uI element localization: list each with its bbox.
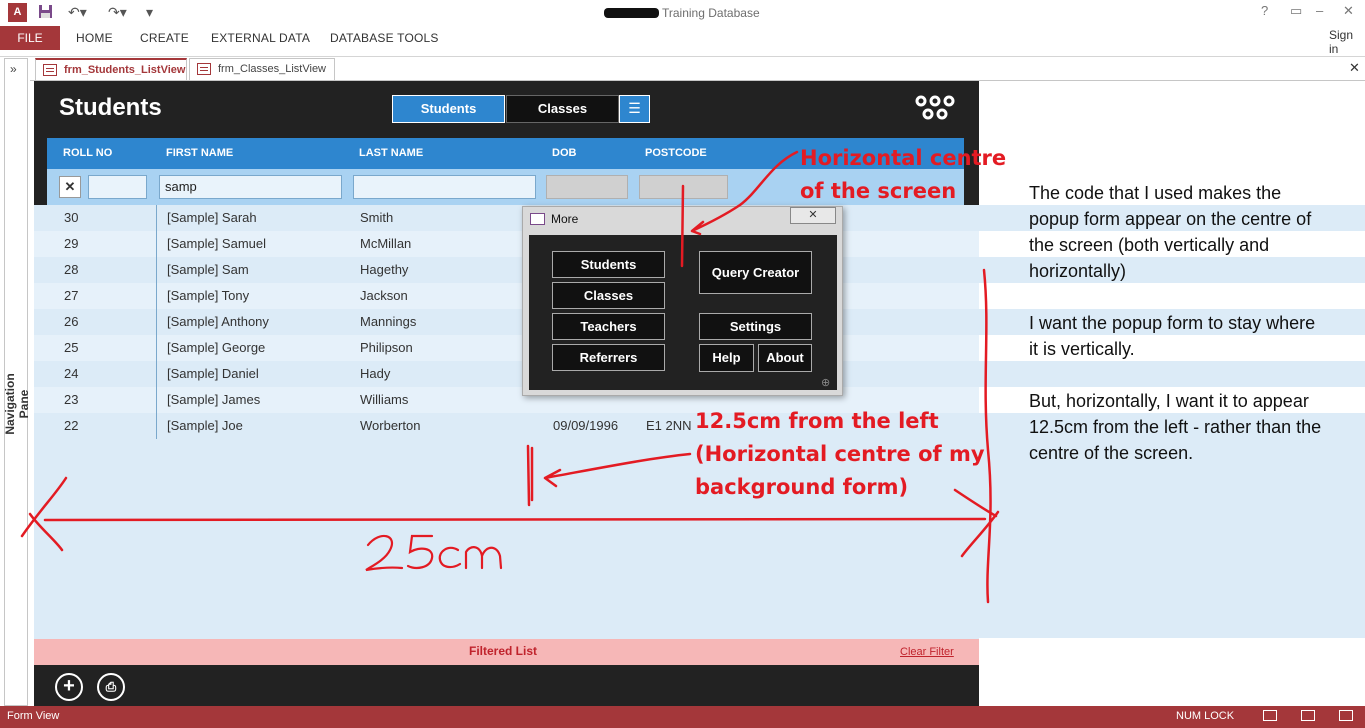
datasheet-view-icon[interactable] xyxy=(1301,710,1315,721)
annotation-from-left: 12.5cm from the left (Horizontal centre … xyxy=(695,405,985,504)
annotation-line: (Horizontal centre of my xyxy=(695,442,985,466)
status-bar xyxy=(0,706,1365,728)
form-view-icon[interactable] xyxy=(1263,710,1277,721)
annotation-line: background form) xyxy=(695,475,909,499)
width-line xyxy=(43,517,987,522)
annotation-drawing xyxy=(20,150,1000,604)
annotation-horizontal-centre: Horizontal centre of the screen xyxy=(800,142,1006,208)
midpoint-marker xyxy=(526,444,534,507)
annotation-line: of the screen xyxy=(800,179,957,203)
view-mode-label: Form View xyxy=(7,710,60,722)
annotation-line: 12.5cm from the left xyxy=(695,409,939,433)
horizontal-centre-arrow xyxy=(690,150,799,236)
design-view-icon[interactable] xyxy=(1339,710,1353,721)
left-arrowhead xyxy=(20,476,68,552)
midpoint-arrow xyxy=(543,452,692,488)
width-label-25cm xyxy=(365,534,503,572)
num-lock-indicator: NUM LOCK xyxy=(1176,710,1235,722)
right-boundary-line xyxy=(982,268,992,604)
annotation-line: Horizontal centre xyxy=(800,146,1007,170)
centre-marker xyxy=(680,184,685,268)
